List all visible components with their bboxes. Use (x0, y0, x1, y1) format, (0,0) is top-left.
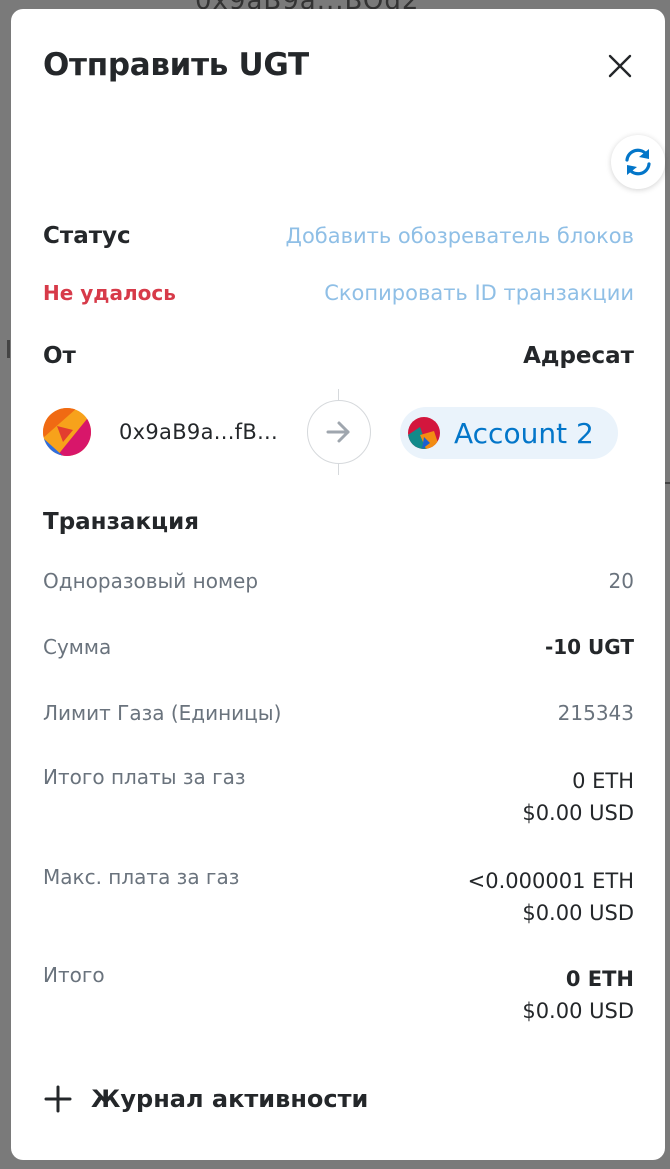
nonce-label: Одноразовый номер (43, 569, 259, 593)
close-icon (608, 54, 632, 78)
total-label: Итого (43, 963, 105, 987)
refresh-button[interactable] (611, 135, 665, 189)
total-eth: 0 ETH (565, 967, 634, 991)
max-gas-usd: $0.00 USD (522, 901, 634, 925)
tx-row-gas-limit: Лимит Газа (Единицы) 215343 (43, 701, 634, 725)
tx-row-gas-total: Итого платы за газ 0 ETH $0.00 USD (43, 765, 634, 829)
transaction-heading: Транзакция (43, 509, 199, 535)
tx-row-max-gas: Макс. плата за газ <0.000001 ETH $0.00 U… (43, 865, 634, 929)
direction-arrow (307, 400, 371, 464)
arrow-right-icon (326, 421, 350, 443)
total-values: 0 ETH $0.00 USD (522, 963, 634, 1027)
transaction-header: Транзакция (43, 509, 634, 535)
total-usd: $0.00 USD (522, 999, 634, 1023)
status-row: Статус Добавить обозреватель блоков (43, 223, 634, 249)
recipient-account-pill[interactable]: Account 2 (400, 407, 618, 459)
to-label: Адресат (523, 343, 634, 369)
gas-limit-value: 215343 (557, 701, 634, 725)
from-label: От (43, 343, 76, 369)
max-gas-label: Макс. плата за газ (43, 865, 240, 889)
activity-log-toggle[interactable]: Журнал активности (43, 1084, 368, 1114)
add-explorer-link[interactable]: Добавить обозреватель блоков (286, 224, 634, 248)
modal-title: Отправить UGT (43, 47, 309, 83)
status-badge: Не удалось (43, 281, 176, 305)
amount-label: Сумма (43, 635, 112, 659)
parties-header: От Адресат (43, 343, 634, 369)
refresh-icon (625, 148, 651, 176)
tx-row-total: Итого 0 ETH $0.00 USD (43, 963, 634, 1027)
status-value-row: Не удалось Скопировать ID транзакции (43, 281, 634, 305)
gas-total-usd: $0.00 USD (522, 801, 634, 825)
plus-icon (44, 1085, 72, 1113)
gas-total-label: Итого платы за газ (43, 765, 246, 789)
gas-total-eth: 0 ETH (572, 769, 634, 793)
tx-row-nonce: Одноразовый номер 20 (43, 569, 634, 593)
activity-log-label: Журнал активности (91, 1085, 369, 1113)
nonce-value: 20 (608, 569, 634, 593)
backdrop-divider (7, 340, 10, 358)
gas-limit-label: Лимит Газа (Единицы) (43, 701, 282, 725)
copy-tx-id-link[interactable]: Скопировать ID транзакции (324, 281, 634, 305)
transaction-details-modal: Отправить UGT Статус Добавить обозревате… (11, 9, 665, 1160)
tx-row-amount: Сумма -10 UGT (43, 635, 634, 659)
to-avatar (408, 417, 440, 449)
sender-recipient: 0x9aB9a...fB... Account 2 (43, 389, 634, 475)
max-gas-values: <0.000001 ETH $0.00 USD (468, 865, 634, 929)
amount-value: -10 UGT (544, 635, 634, 659)
close-button[interactable] (605, 51, 635, 81)
gas-total-values: 0 ETH $0.00 USD (522, 765, 634, 829)
modal-header: Отправить UGT (43, 47, 635, 87)
from-address[interactable]: 0x9aB9a...fB... (119, 420, 278, 444)
from-avatar (43, 408, 91, 456)
to-account-name: Account 2 (454, 416, 594, 450)
max-gas-eth: <0.000001 ETH (467, 869, 634, 893)
status-label: Статус (43, 223, 131, 249)
